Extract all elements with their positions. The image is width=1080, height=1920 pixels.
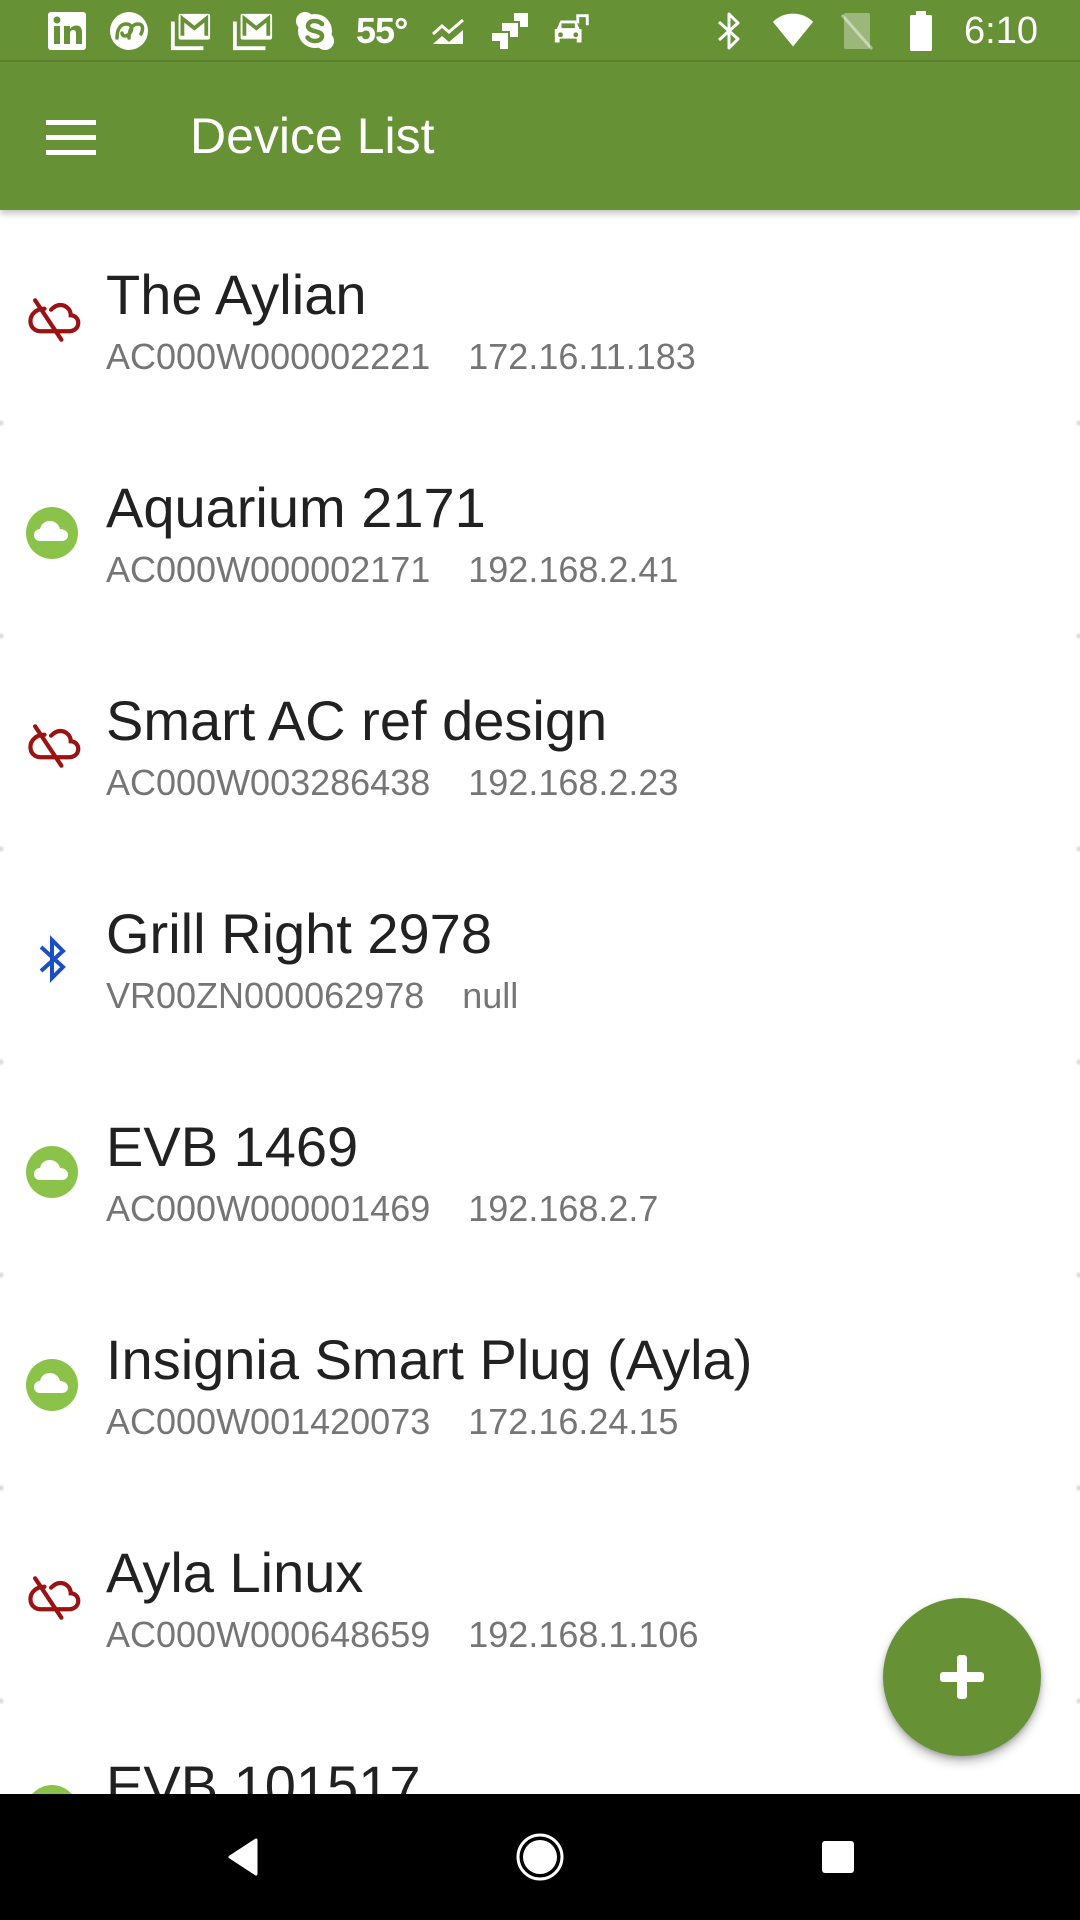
device-list-item[interactable]: Insignia Smart Plug (Ayla) AC000W0014200… (0, 1275, 1080, 1492)
navigation-menu-button[interactable] (30, 96, 114, 180)
recents-square-icon (822, 1841, 854, 1873)
cloud-off-icon (22, 716, 82, 776)
device-name: The Aylian (106, 263, 367, 326)
device-details: AC000W003286438 192.168.2.23 (106, 760, 678, 806)
device-ip: 192.168.1.106 (468, 1614, 699, 1655)
device-details: AC000W000002221 172.16.11.183 (106, 334, 696, 380)
device-ip: 172.16.24.15 (468, 1401, 679, 1442)
device-ip: 172.16.11.183 (468, 336, 696, 377)
device-name: Insignia Smart Plug (Ayla) (106, 1328, 753, 1391)
device-details: AC000W000001469 192.168.2.7 (106, 1186, 658, 1232)
gmail-stack-icon (232, 10, 274, 52)
trend-chart-icon (427, 10, 469, 52)
device-name: Smart AC ref design (106, 689, 608, 752)
no-sim-icon (836, 10, 878, 52)
skype-icon (294, 10, 336, 52)
hamburger-menu-icon (46, 120, 96, 155)
device-dsn: AC000W001420073 (106, 1401, 431, 1442)
app-bar: Device List (0, 62, 1080, 210)
system-icons: 6:10 (708, 10, 1038, 52)
device-dsn: AC000W000002221 (106, 336, 431, 377)
device-list-item[interactable]: Smart AC ref design AC000W003286438 192.1… (0, 636, 1080, 853)
notification-icons: 55° (46, 10, 593, 52)
home-circle-icon (516, 1833, 564, 1881)
device-list-item[interactable]: The Aylian AC000W000002221 172.16.11.183 (0, 210, 1080, 427)
device-details: VR00ZN000062978 null (106, 973, 518, 1019)
battery-icon (900, 10, 942, 52)
home-button[interactable] (500, 1817, 580, 1897)
status-bar: 55° 6:10 (0, 0, 1080, 62)
cloud-online-icon (22, 503, 82, 563)
device-ip: 192.168.2.7 (468, 1188, 659, 1229)
cloud-online-icon (22, 1355, 82, 1415)
clock: 6:10 (964, 10, 1038, 52)
car-icon (551, 10, 593, 52)
device-dsn: AC000W000002171 (106, 549, 431, 590)
device-name: Ayla Linux (106, 1541, 364, 1604)
cloud-off-icon (22, 1568, 82, 1628)
bluetooth-icon (708, 10, 750, 52)
recents-button[interactable] (798, 1817, 878, 1897)
device-dsn: AC000W000648659 (106, 1614, 431, 1655)
device-dsn: AC000W000001469 (106, 1188, 431, 1229)
bluetooth-icon (22, 929, 82, 989)
device-name: Aquarium 2171 (106, 476, 486, 539)
cloud-online-icon (22, 1781, 82, 1794)
device-name: Grill Right 2978 (106, 902, 492, 965)
device-list-item[interactable]: Aquarium 2171 AC000W000002171 192.168.2.4… (0, 423, 1080, 640)
wifi-icon (772, 10, 814, 52)
device-details: AC000W000648659 192.168.1.106 (106, 1612, 698, 1658)
jira-icon (489, 10, 531, 52)
back-button[interactable] (202, 1817, 282, 1897)
weather-temperature: 55° (356, 10, 408, 51)
device-name: EVB 1469 (106, 1115, 359, 1178)
device-ip: null (462, 975, 519, 1016)
add-device-button[interactable] (883, 1598, 1041, 1756)
device-details: AC000W001420073 172.16.24.15 (106, 1399, 678, 1445)
device-dsn: VR00ZN000062978 (106, 975, 425, 1016)
system-navigation-bar (0, 1794, 1080, 1920)
gmail-stack-icon (170, 10, 212, 52)
cloud-online-icon (22, 1142, 82, 1202)
app-notification-icon (108, 10, 150, 52)
device-details: AC000W000002171 192.168.2.41 (106, 547, 678, 593)
plus-icon (940, 1655, 984, 1699)
device-ip: 192.168.2.23 (468, 762, 679, 803)
page-title: Device List (190, 108, 435, 164)
back-triangle-icon (228, 1838, 258, 1876)
device-ip: 192.168.2.41 (468, 549, 679, 590)
cloud-off-icon (22, 290, 82, 350)
device-list-item[interactable]: EVB 1469 AC000W000001469 192.168.2.7 (0, 1062, 1080, 1279)
device-list[interactable]: The Aylian AC000W000002221 172.16.11.183 … (0, 210, 1080, 1794)
device-dsn: AC000W003286438 (106, 762, 431, 803)
device-list-item[interactable]: Grill Right 2978 VR00ZN000062978 null (0, 849, 1080, 1066)
linkedin-icon (46, 10, 88, 52)
device-name: EVB 101517 (106, 1754, 421, 1794)
